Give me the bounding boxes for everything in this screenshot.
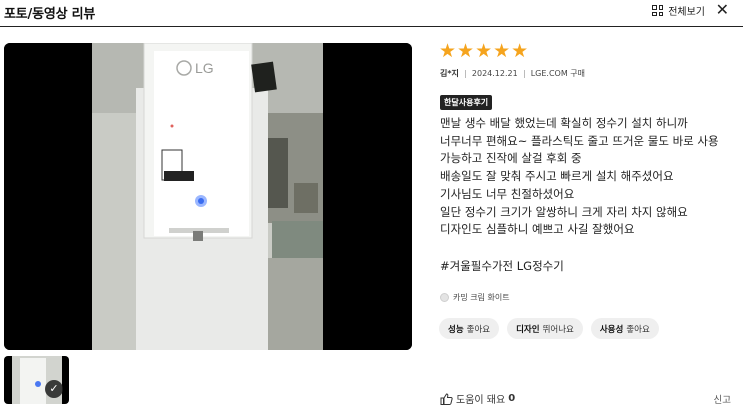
review-header: 포토/동영상 리뷰 전체보기 ✕ [0, 0, 743, 27]
review-body: 맨날 생수 배달 했었는데 확실히 정수기 설치 하니까 너무너무 편해요~ 플… [440, 116, 719, 237]
lg-brand-text: LG [195, 60, 214, 76]
review-date: 2024.12.21 [471, 69, 518, 78]
chip-value: 좋아요 [466, 324, 491, 335]
chip-value: 좋아요 [626, 324, 650, 335]
close-icon[interactable]: ✕ [716, 2, 729, 18]
helpful-button[interactable]: 도움이 돼요 0 [440, 391, 515, 406]
page-title: 포토/동영상 리뷰 [4, 7, 96, 22]
divider [523, 69, 525, 78]
review-photo[interactable]: LG [4, 43, 412, 350]
evaluation-chips: 성능 좋아요 디자인 뛰어나요 사용성 좋아요 [439, 318, 659, 339]
chip-design: 디자인 뛰어나요 [507, 318, 583, 339]
chip-performance: 성능 좋아요 [439, 318, 500, 339]
option-label: 카밍 크림 화이트 [453, 293, 510, 302]
selected-check-icon: ✓ [45, 380, 63, 398]
divider [464, 69, 466, 78]
chip-usability: 사용성 좋아요 [590, 318, 659, 339]
review-hashtag: #겨울필수가전 LG정수기 [440, 259, 564, 273]
view-all-label: 전체보기 [668, 7, 705, 18]
purchase-source: LGE.COM 구매 [530, 69, 586, 78]
chip-key: 성능 [448, 324, 464, 335]
thumbs-up-icon [440, 392, 453, 405]
report-button[interactable]: 신고 [714, 392, 731, 406]
thumbnail-image [4, 356, 69, 404]
photo-thumbnail[interactable]: ✓ [4, 356, 69, 404]
chip-key: 디자인 [516, 324, 540, 335]
view-all-button[interactable]: 전체보기 [652, 3, 705, 18]
reviewer-name: 김*지 [440, 69, 459, 78]
color-swatch-icon [440, 293, 449, 302]
review-meta: 김*지 2024.12.21 LGE.COM 구매 [440, 68, 585, 79]
product-option: 카밍 크림 화이트 [440, 292, 510, 303]
helpful-label: 도움이 돼요 [456, 395, 506, 406]
helpful-count: 0 [508, 393, 516, 404]
usage-badge: 한달사용후기 [440, 95, 493, 110]
chip-value: 뛰어나요 [542, 324, 574, 335]
star-rating: ★★★★★ [439, 40, 530, 62]
water-purifier-photo: LG [4, 43, 412, 350]
grid-icon [652, 5, 664, 16]
chip-key: 사용성 [599, 324, 624, 335]
